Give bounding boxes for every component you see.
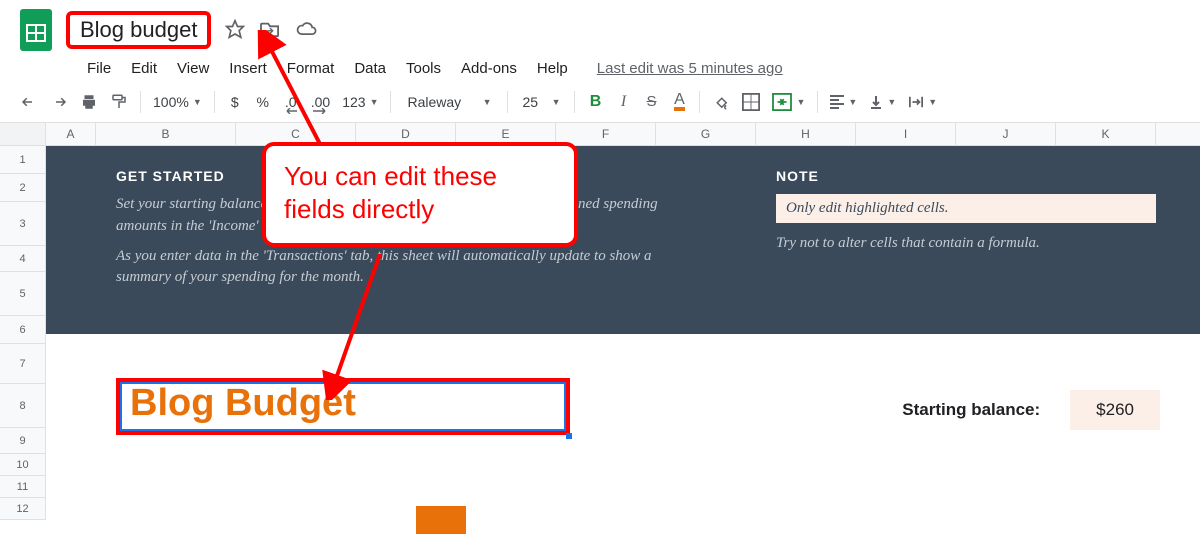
row-header[interactable]: 1	[0, 146, 45, 174]
starting-balance-row: Starting balance: $260	[902, 390, 1160, 430]
toolbar-separator	[699, 91, 700, 113]
menu-file[interactable]: File	[78, 56, 120, 81]
borders-button[interactable]	[738, 89, 764, 115]
toolbar-separator	[390, 91, 391, 113]
starting-balance-label: Starting balance:	[902, 400, 1040, 420]
zoom-dropdown[interactable]: 100%▼	[149, 89, 206, 115]
toolbar-separator	[817, 91, 818, 113]
row-header[interactable]: 2	[0, 174, 45, 202]
header-banner: GET STARTED Set your starting balance in…	[46, 146, 1200, 334]
title-row: Blog budget	[10, 6, 1190, 54]
vertical-align-button[interactable]: ▼	[865, 89, 900, 115]
font-size-value: 25	[522, 94, 538, 110]
col-header[interactable]: H	[756, 123, 856, 145]
move-icon[interactable]	[259, 20, 281, 41]
row-header[interactable]: 10	[0, 454, 45, 476]
more-formats-dropdown[interactable]: 123▼	[338, 89, 382, 115]
row-header[interactable]: 3	[0, 202, 45, 246]
paint-format-button[interactable]	[106, 89, 132, 115]
cell-grid[interactable]: GET STARTED Set your starting balance in…	[46, 146, 1200, 520]
row-header[interactable]: 6	[0, 316, 45, 344]
note-formula-text: Try not to alter cells that contain a fo…	[776, 233, 1156, 255]
menu-insert[interactable]: Insert	[220, 56, 276, 81]
print-button[interactable]	[76, 89, 102, 115]
col-header[interactable]: F	[556, 123, 656, 145]
menu-help[interactable]: Help	[528, 56, 577, 81]
toolbar-separator	[574, 91, 575, 113]
row-header[interactable]: 4	[0, 246, 45, 272]
get-started-text-2: As you enter data in the 'Transactions' …	[116, 246, 676, 290]
italic-button[interactable]: I	[611, 89, 635, 115]
col-header[interactable]: B	[96, 123, 236, 145]
font-size-dropdown[interactable]: 25▼	[516, 89, 566, 115]
row-headers: 1 2 3 4 5 6 7 8 9 10 11 12	[0, 146, 46, 520]
zoom-value: 100%	[153, 94, 189, 110]
font-family-dropdown[interactable]: Raleway▼	[399, 89, 499, 115]
sheets-logo-icon[interactable]	[16, 6, 56, 54]
row-header[interactable]: 11	[0, 476, 45, 498]
cloud-status-icon[interactable]	[295, 20, 319, 41]
last-edit-link[interactable]: Last edit was 5 minutes ago	[597, 60, 783, 77]
starting-balance-value-cell[interactable]: $260	[1070, 390, 1160, 430]
toolbar-separator	[214, 91, 215, 113]
merge-cells-button[interactable]: ▼	[768, 89, 809, 115]
menu-edit[interactable]: Edit	[122, 56, 166, 81]
note-heading: NOTE	[776, 168, 1156, 184]
col-header[interactable]: A	[46, 123, 96, 145]
bold-button[interactable]: B	[583, 89, 607, 115]
col-header[interactable]: G	[656, 123, 756, 145]
select-all-corner[interactable]	[0, 123, 46, 145]
format-percent-button[interactable]: %	[251, 89, 275, 115]
row-header[interactable]: 5	[0, 272, 45, 316]
col-header[interactable]: J	[956, 123, 1056, 145]
header: Blog budget File Edit View Insert Format…	[0, 0, 1200, 81]
text-color-button[interactable]: A	[667, 89, 691, 115]
toolbar: 100%▼ $ % .0 .00 123▼ Raleway▼ 25▼ B I S…	[0, 81, 1200, 123]
format-currency-button[interactable]: $	[223, 89, 247, 115]
strikethrough-button[interactable]: S	[639, 89, 663, 115]
chart-legend-swatch	[416, 506, 466, 534]
doc-title-area: Blog budget	[66, 11, 319, 49]
sheet-body: 1 2 3 4 5 6 7 8 9 10 11 12 GET STARTED S…	[0, 146, 1200, 520]
star-icon[interactable]	[225, 19, 245, 42]
valign-bottom-icon	[869, 94, 883, 110]
note-highlight-cell[interactable]: Only edit highlighted cells.	[776, 194, 1156, 223]
menu-data[interactable]: Data	[345, 56, 395, 81]
row-header[interactable]: 7	[0, 344, 45, 384]
annotation-callout: You can edit these fields directly	[262, 142, 578, 247]
sheet-title-cell[interactable]: Blog Budget	[116, 378, 570, 435]
font-family-value: Raleway	[407, 94, 461, 110]
increase-decimal-button[interactable]: .00	[307, 89, 334, 115]
text-wrap-button[interactable]: ▼	[904, 89, 941, 115]
column-headers: A B C D E F G H I J K L M	[0, 123, 1200, 146]
redo-button[interactable]	[46, 89, 72, 115]
horizontal-align-button[interactable]: ▼	[826, 89, 861, 115]
undo-button[interactable]	[16, 89, 42, 115]
align-left-icon	[830, 95, 844, 109]
menu-tools[interactable]: Tools	[397, 56, 450, 81]
fill-color-button[interactable]	[708, 89, 734, 115]
menu-addons[interactable]: Add-ons	[452, 56, 526, 81]
doc-title-input[interactable]: Blog budget	[66, 11, 211, 49]
col-header[interactable]: L	[1156, 123, 1200, 145]
menu-bar: File Edit View Insert Format Data Tools …	[10, 56, 1190, 81]
wrap-icon	[908, 95, 924, 109]
col-header[interactable]: K	[1056, 123, 1156, 145]
decrease-decimal-button[interactable]: .0	[279, 89, 303, 115]
row-header[interactable]: 8	[0, 384, 45, 428]
toolbar-separator	[507, 91, 508, 113]
toolbar-separator	[140, 91, 141, 113]
row-header[interactable]: 12	[0, 498, 45, 520]
menu-view[interactable]: View	[168, 56, 218, 81]
row-header[interactable]: 9	[0, 428, 45, 454]
menu-format[interactable]: Format	[278, 56, 344, 81]
col-header[interactable]: I	[856, 123, 956, 145]
